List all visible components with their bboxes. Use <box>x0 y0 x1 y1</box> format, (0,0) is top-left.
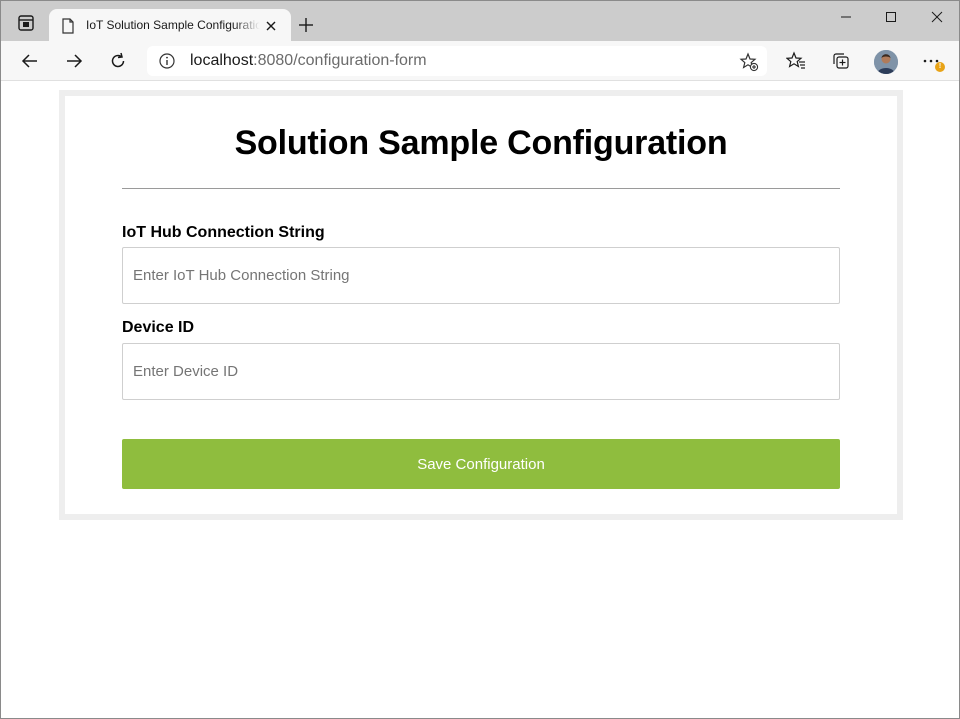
avatar[interactable] <box>874 50 898 74</box>
minimize-button[interactable] <box>823 6 869 28</box>
refresh-icon[interactable] <box>107 50 129 72</box>
star-add-icon[interactable] <box>739 52 759 72</box>
maximize-button[interactable] <box>868 6 914 28</box>
tab-active[interactable]: IoT Solution Sample Configuration Form <box>49 9 291 42</box>
arrow-left-icon[interactable] <box>19 50 41 72</box>
minimize-icon <box>841 16 851 18</box>
notification-badge: ! <box>935 62 945 72</box>
close-icon[interactable] <box>264 19 278 33</box>
arrow-right-icon[interactable] <box>63 50 85 72</box>
address-bar[interactable]: localhost:8080/configuration-form <box>147 46 767 76</box>
page-icon <box>61 18 75 34</box>
url-host: localhost <box>190 52 254 69</box>
url-path: :8080/configuration-form <box>253 52 427 69</box>
page-content: Solution Sample Configuration IoT Hub Co… <box>1 82 959 718</box>
connection-string-input[interactable] <box>122 247 840 304</box>
url-text[interactable]: localhost:8080/configuration-form <box>190 52 427 70</box>
close-window-button[interactable] <box>914 6 960 28</box>
close-icon <box>931 11 943 23</box>
tab-actions-icon[interactable] <box>13 14 39 34</box>
tab-strip: IoT Solution Sample Configuration Form <box>1 1 960 42</box>
info-icon[interactable] <box>159 53 175 69</box>
plus-icon[interactable] <box>297 16 315 34</box>
connection-string-label: IoT Hub Connection String <box>122 224 325 241</box>
divider <box>122 188 840 189</box>
device-id-label: Device ID <box>122 319 195 336</box>
page-title: Solution Sample Configuration <box>234 124 728 162</box>
browser-window: IoT Solution Sample Configuration Form <box>0 0 960 719</box>
maximize-icon <box>886 12 896 22</box>
device-id-input[interactable] <box>122 343 840 400</box>
tab-title: IoT Solution Sample Configuration Form <box>86 18 260 32</box>
collections-icon[interactable] <box>830 50 852 72</box>
favorites-icon[interactable] <box>785 50 807 72</box>
save-configuration-button[interactable]: Save Configuration <box>122 439 840 489</box>
configuration-form-card: Solution Sample Configuration IoT Hub Co… <box>59 90 903 520</box>
browser-toolbar: localhost:8080/configuration-form ! <box>1 41 959 81</box>
